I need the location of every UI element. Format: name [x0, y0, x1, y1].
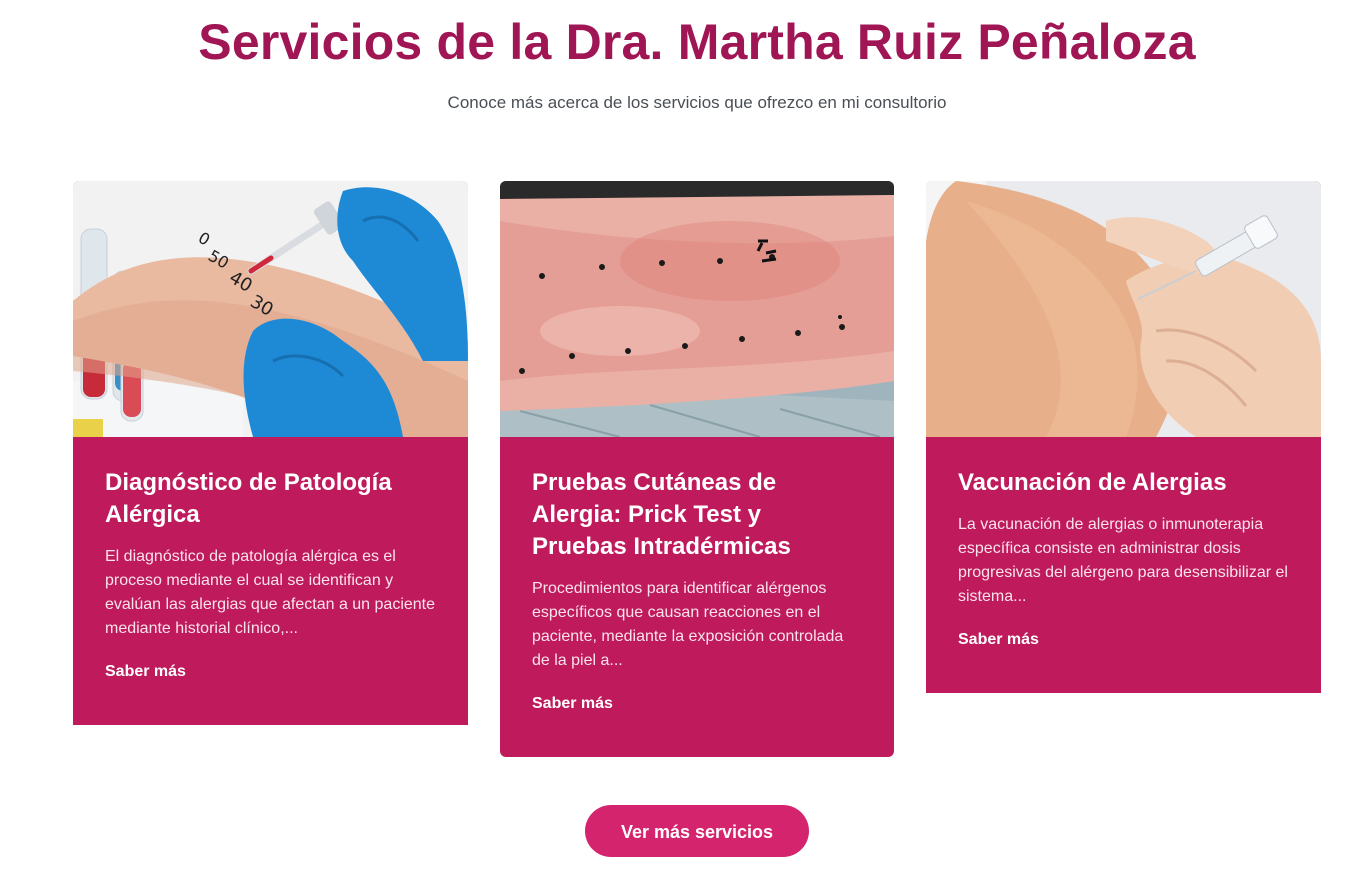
service-card-pruebas-cutaneas[interactable]: Pruebas Cutáneas de Alergia: Prick Test …	[500, 181, 894, 757]
service-description: Procedimientos para identificar alérgeno…	[532, 580, 844, 669]
service-image-skin-prick-test	[500, 181, 894, 437]
service-title[interactable]: Vacunación de Alergias	[958, 467, 1289, 499]
saber-mas-link[interactable]: Saber más	[958, 631, 1039, 649]
service-image-allergy-patch-test: 0 50 40 30 200 10	[73, 181, 468, 437]
service-image-allergy-injection	[926, 181, 1321, 437]
service-title[interactable]: Pruebas Cutáneas de Alergia: Prick Test …	[532, 467, 862, 563]
page-title: Servicios de la Dra. Martha Ruiz Peñaloz…	[198, 14, 1196, 70]
service-description: El diagnóstico de patología alérgica es …	[105, 548, 436, 637]
saber-mas-link[interactable]: Saber más	[532, 695, 613, 713]
service-title[interactable]: Diagnóstico de Patología Alérgica	[105, 467, 436, 531]
service-card-diagnostico[interactable]: 0 50 40 30 200 10 Diagnóstico de Patolog…	[73, 181, 468, 725]
service-description: La vacunación de alergias o inmunoterapi…	[958, 516, 1288, 605]
ver-mas-servicios-button[interactable]: Ver más servicios	[585, 805, 809, 857]
service-card-vacunacion[interactable]: Vacunación de Alergias La vacunación de …	[926, 181, 1321, 693]
saber-mas-link[interactable]: Saber más	[105, 663, 186, 681]
page-subtitle: Conoce más acerca de los servicios que o…	[447, 93, 947, 112]
